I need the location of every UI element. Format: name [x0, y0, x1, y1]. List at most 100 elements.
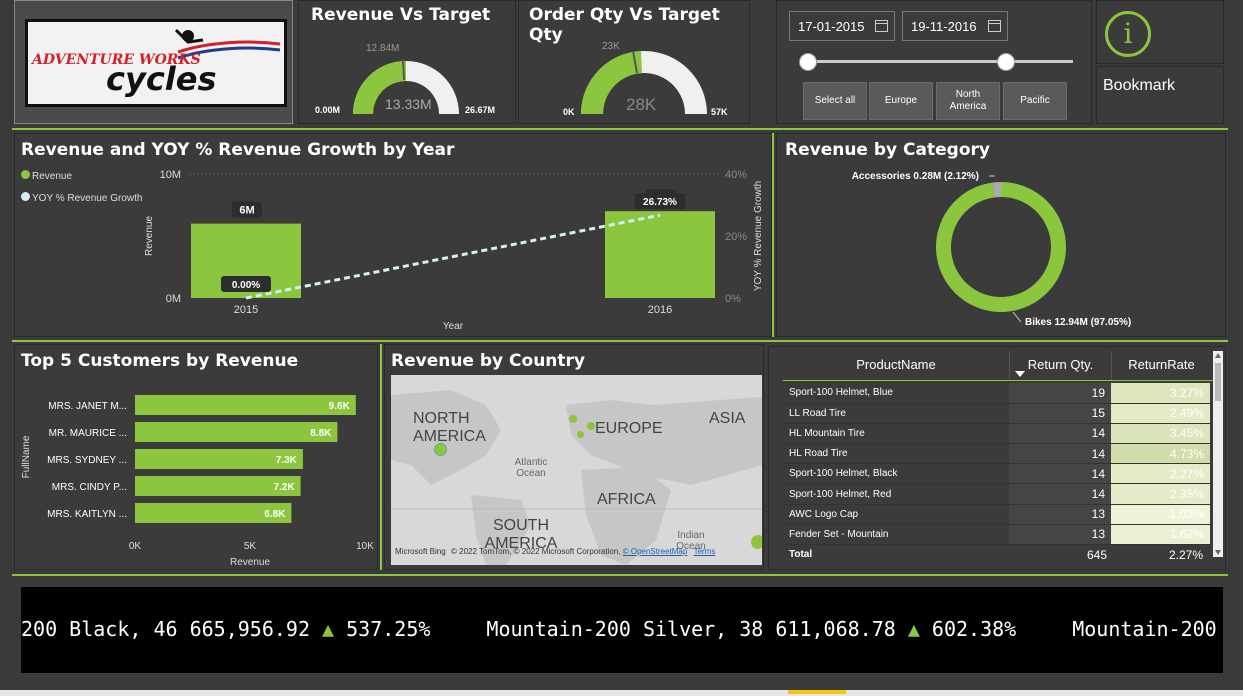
scroll-down-icon[interactable]: [1215, 550, 1221, 555]
date-slider-end-handle[interactable]: [997, 53, 1015, 71]
bikes-leader: [1012, 311, 1022, 323]
return-rate-cell: 2.27%: [1111, 463, 1210, 485]
map-bubble[interactable]: [434, 443, 447, 456]
region-button-north-america[interactable]: North America: [936, 82, 1000, 120]
table-row[interactable]: HL Road Tire 14 4.73%: [783, 443, 1210, 465]
osm-link[interactable]: © OpenStreetMap: [623, 547, 688, 556]
table-row[interactable]: HL Mountain Tire 14 3.45%: [783, 423, 1210, 445]
category-donut: Accessories 0.28M (2.12%) Bikes 12.94M (9…: [852, 171, 1131, 328]
date-slider-start-handle[interactable]: [799, 53, 817, 71]
product-name-cell: LL Road Tire: [783, 403, 1009, 424]
y-axis-label: FullName: [21, 435, 32, 478]
map-title: Revenue by Country: [391, 351, 586, 371]
product-name-cell: Fender Set - Mountain: [783, 524, 1009, 546]
return-rate-cell: 1.03%: [1111, 504, 1210, 525]
y2-tick-label: 0%: [725, 293, 741, 305]
category-slice: [936, 182, 1066, 312]
y-axis-label: Revenue: [144, 216, 155, 256]
region-button-europe[interactable]: Europe: [869, 82, 933, 120]
x-tick-label: 2015: [234, 304, 258, 316]
table-scrollbar[interactable]: [1213, 351, 1223, 557]
date-slider-track[interactable]: [803, 60, 1073, 63]
map-label-atlantic: Atlantic Ocean: [514, 457, 548, 479]
revenue-gauge-target: 12.84M: [366, 43, 400, 54]
return-qty-cell: 19: [1009, 383, 1111, 404]
return-qty-cell: 14: [1009, 443, 1111, 465]
ticker-item: Mountain-200 Bl: [1072, 617, 1223, 641]
start-date-value: 17-01-2015: [798, 19, 865, 34]
divider-bottom: [12, 574, 1228, 576]
terms-link[interactable]: Terms: [694, 547, 716, 556]
table-row[interactable]: Sport-100 Helmet, Red 14 2.35%: [783, 483, 1210, 505]
yoy-chart-panel[interactable]: Revenue and YOY % Revenue Growth by Year…: [14, 133, 772, 337]
total-rate: 2.27%: [1168, 548, 1203, 562]
total-label: Total: [789, 549, 813, 560]
table-row[interactable]: Fender Set - Mountain 13 1.62%: [783, 524, 1210, 546]
return-qty-cell: 13: [1009, 504, 1111, 525]
table-row[interactable]: Sport-100 Helmet, Black 14 2.27%: [783, 463, 1210, 485]
end-date-input[interactable]: 19-11-2016: [902, 11, 1008, 41]
revenue-gauge-panel[interactable]: Revenue Vs Target 12.84M 13.33M 0.00M 26…: [298, 0, 516, 124]
table-row[interactable]: AWC Logo Cap 13 1.03%: [783, 504, 1210, 525]
sort-desc-icon[interactable]: [1015, 371, 1025, 377]
region-button-pacific[interactable]: Pacific: [1003, 82, 1067, 120]
category-panel[interactable]: Revenue by Category Accessories 0.28M (2…: [776, 133, 1226, 337]
product-name-cell: Sport-100 Helmet, Blue: [783, 383, 1009, 404]
customer-bar: [135, 395, 356, 415]
customer-value: 9.6K: [329, 401, 351, 412]
orderqty-gauge-value: 28K: [626, 95, 657, 114]
scroll-thumb[interactable]: [1215, 363, 1221, 401]
world-map[interactable]: NORTH AMERICA EUROPE ASIA Atlantic Ocean…: [391, 375, 762, 565]
table-total-row: Total 645 2.27%: [783, 545, 1210, 567]
map-bubble[interactable]: [751, 535, 762, 549]
return-qty-cell: 13: [1009, 524, 1111, 546]
start-date-input[interactable]: 17-01-2015: [789, 11, 895, 41]
region-button-select-all[interactable]: Select all: [803, 82, 867, 120]
info-icon[interactable]: i: [1105, 11, 1151, 57]
table-row[interactable]: Sport-100 Helmet, Blue 19 3.27%: [783, 383, 1210, 404]
logo: ADVENTURE WORKS cycles: [25, 19, 287, 107]
active-tab-indicator[interactable]: [788, 690, 846, 694]
product-name-cell: AWC Logo Cap: [783, 504, 1009, 525]
col-header-product[interactable]: ProductName: [783, 351, 1009, 381]
y2-tick-label: 20%: [725, 231, 747, 243]
ticker-pct: 537.25%: [334, 617, 431, 641]
x-tick-label: 0K: [129, 541, 142, 552]
bottom-tabs-strip: [0, 690, 1243, 696]
ticker-pct: 602.38%: [919, 617, 1017, 641]
line-data-label: 0.00%: [232, 280, 260, 291]
orderqty-gauge-panel[interactable]: Order Qty Vs Target Qty 23K 28K 0K 57K: [518, 0, 750, 124]
map-bubble[interactable]: [569, 415, 577, 423]
table-row[interactable]: LL Road Tire 15 2.49%: [783, 403, 1210, 424]
ticker-item: 200 Black, 46 665,956.92 ▲ 537.25%: [21, 617, 431, 641]
ticker-content: 200 Black, 46 665,956.92 ▲ 537.25% Mounta…: [21, 617, 1223, 641]
map-label-north-america: NORTH AMERICA: [413, 410, 486, 445]
map-panel[interactable]: Revenue by Country NORTH AMERICA EUROPE …: [384, 344, 764, 570]
table-header-rule: [783, 380, 1213, 381]
product-table: Sport-100 Helmet, Blue 19 3.27% LL Road Tir…: [783, 383, 1210, 546]
map-bubble[interactable]: [587, 422, 595, 430]
total-qty: 645: [1086, 548, 1107, 562]
map-copyright: © 2022 TomTom, © 2022 Microsoft Corporat…: [451, 547, 716, 556]
x-axis-label: Year: [443, 321, 464, 332]
product-name-cell: Sport-100 Helmet, Black: [783, 463, 1009, 485]
divider-top: [12, 128, 1228, 130]
return-rate-cell: 3.27%: [1111, 383, 1210, 404]
customer-bar: [135, 422, 338, 442]
map-bubble[interactable]: [577, 431, 584, 438]
line-data-label: 26.73%: [643, 197, 677, 208]
product-name-cell: HL Road Tire: [783, 443, 1009, 465]
up-arrow-icon: ▲: [322, 617, 335, 641]
ticker-item: Mountain-200 Silver, 38 611,068.78 ▲ 602…: [486, 617, 1017, 641]
bikes-label: Bikes 12.94M (97.05%): [1025, 317, 1131, 328]
y-tick-label: 10M: [160, 169, 181, 181]
bookmark-panel[interactable]: Bookmark: [1096, 66, 1224, 124]
col-header-rate[interactable]: ReturnRate: [1111, 351, 1211, 381]
divider-vertical-lower: [380, 344, 382, 570]
scroll-up-icon[interactable]: [1215, 353, 1221, 358]
return-qty-cell: 14: [1009, 423, 1111, 445]
calendar-icon[interactable]: [875, 20, 888, 32]
product-table-panel[interactable]: ProductName Return Qty. ReturnRate Sport…: [768, 346, 1226, 570]
customers-panel[interactable]: Top 5 Customers by Revenue MRS. JANET M.…: [14, 344, 378, 570]
calendar-icon[interactable]: [988, 20, 1001, 32]
